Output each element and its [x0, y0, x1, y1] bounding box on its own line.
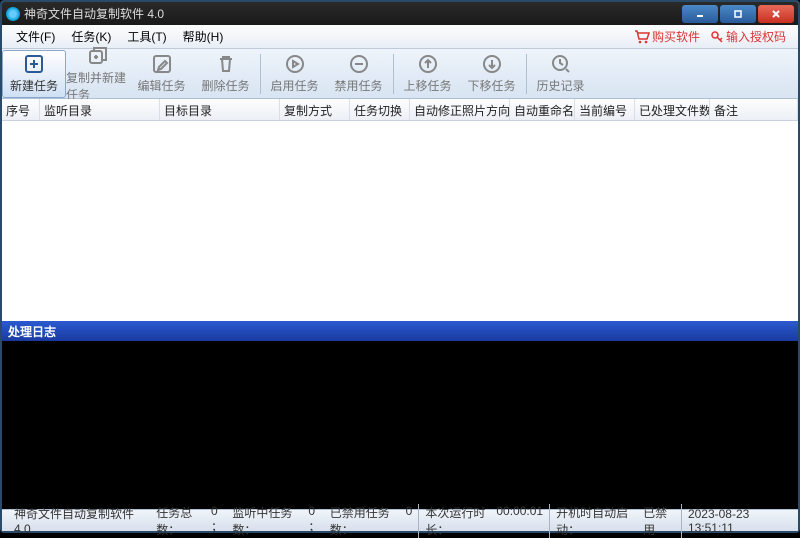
- tool-label: 上移任务: [403, 77, 451, 94]
- enter-auth-link[interactable]: 输入授权码: [710, 28, 786, 45]
- separator: [393, 54, 394, 94]
- move-down-button[interactable]: 下移任务: [460, 50, 524, 98]
- minus-circle-icon: [348, 53, 370, 75]
- buy-label: 购买软件: [652, 28, 700, 45]
- toolbar: 新建任务 复制并新建任务 编辑任务 删除任务 启用任务 禁用任务 上移任务: [2, 49, 798, 99]
- play-circle-icon: [284, 53, 306, 75]
- plus-square-icon: [23, 53, 45, 75]
- tool-label: 历史记录: [536, 77, 584, 94]
- col-index[interactable]: 序号: [2, 99, 40, 120]
- main-window: 神奇文件自动复制软件 4.0 文件(F) 任务(K) 工具(T) 帮助(H) 购…: [0, 0, 800, 533]
- col-current-no[interactable]: 当前编号: [575, 99, 635, 120]
- col-auto-rename[interactable]: 自动重命名: [510, 99, 575, 120]
- separator: [526, 54, 527, 94]
- edit-icon: [151, 53, 173, 75]
- key-icon: [710, 30, 724, 44]
- cart-icon: [634, 30, 650, 44]
- menu-help[interactable]: 帮助(H): [175, 25, 232, 48]
- col-auto-fix[interactable]: 自动修正照片方向: [410, 99, 510, 120]
- copy-plus-icon: [87, 45, 109, 67]
- move-up-button[interactable]: 上移任务: [396, 50, 460, 98]
- tool-label: 删除任务: [201, 77, 249, 94]
- tool-label: 下移任务: [467, 77, 515, 94]
- menu-tool[interactable]: 工具(T): [119, 25, 174, 48]
- col-task-switch[interactable]: 任务切换: [350, 99, 410, 120]
- separator: [260, 54, 261, 94]
- delete-task-button[interactable]: 删除任务: [194, 50, 258, 98]
- app-icon: [6, 7, 20, 21]
- tool-label: 编辑任务: [137, 77, 185, 94]
- arrow-up-icon: [417, 53, 439, 75]
- table-header: 序号 监听目录 目标目录 复制方式 任务切换 自动修正照片方向 自动重命名 当前…: [2, 99, 798, 121]
- tool-label: 启用任务: [270, 77, 318, 94]
- disable-task-button[interactable]: 禁用任务: [327, 50, 391, 98]
- arrow-down-icon: [481, 53, 503, 75]
- menu-file[interactable]: 文件(F): [8, 25, 63, 48]
- history-button[interactable]: 历史记录: [529, 50, 593, 98]
- col-listen-dir[interactable]: 监听目录: [40, 99, 160, 120]
- trash-icon: [215, 53, 237, 75]
- minimize-button[interactable]: [682, 5, 718, 23]
- window-title: 神奇文件自动复制软件 4.0: [24, 5, 682, 22]
- tool-label: 禁用任务: [334, 77, 382, 94]
- status-datetime: 2023-08-23 13:51:11: [682, 507, 792, 535]
- col-processed[interactable]: 已处理文件数: [635, 99, 710, 120]
- status-counts: 任务总数：0 ； 监听中任务数：0 ； 已禁用任务数：0: [150, 504, 419, 538]
- col-target-dir[interactable]: 目标目录: [160, 99, 280, 120]
- close-button[interactable]: [758, 5, 794, 23]
- status-autostart: 开机时自动启动：已禁用: [550, 504, 682, 538]
- maximize-button[interactable]: [720, 5, 756, 23]
- new-task-button[interactable]: 新建任务: [2, 50, 66, 98]
- log-header: 处理日志: [2, 321, 798, 341]
- enable-task-button[interactable]: 启用任务: [263, 50, 327, 98]
- buy-software-link[interactable]: 购买软件: [634, 28, 700, 45]
- tool-label: 复制并新建任务: [66, 69, 129, 103]
- auth-label: 输入授权码: [726, 28, 786, 45]
- window-controls: [682, 5, 794, 23]
- col-copy-mode[interactable]: 复制方式: [280, 99, 350, 120]
- menubar: 文件(F) 任务(K) 工具(T) 帮助(H) 购买软件 输入授权码: [2, 25, 798, 49]
- history-icon: [550, 53, 572, 75]
- statusbar: 神奇文件自动复制软件 4.0 任务总数：0 ； 监听中任务数：0 ； 已禁用任务…: [2, 509, 798, 531]
- status-runtime: 本次运行时长：00:00:01: [419, 504, 550, 538]
- task-table-body[interactable]: [2, 121, 798, 321]
- status-app: 神奇文件自动复制软件 4.0: [8, 505, 150, 536]
- copy-new-task-button[interactable]: 复制并新建任务: [66, 50, 130, 98]
- tool-label: 新建任务: [10, 77, 58, 94]
- log-body[interactable]: [2, 341, 798, 509]
- edit-task-button[interactable]: 编辑任务: [130, 50, 194, 98]
- titlebar: 神奇文件自动复制软件 4.0: [2, 2, 798, 25]
- col-remark[interactable]: 备注: [710, 99, 798, 120]
